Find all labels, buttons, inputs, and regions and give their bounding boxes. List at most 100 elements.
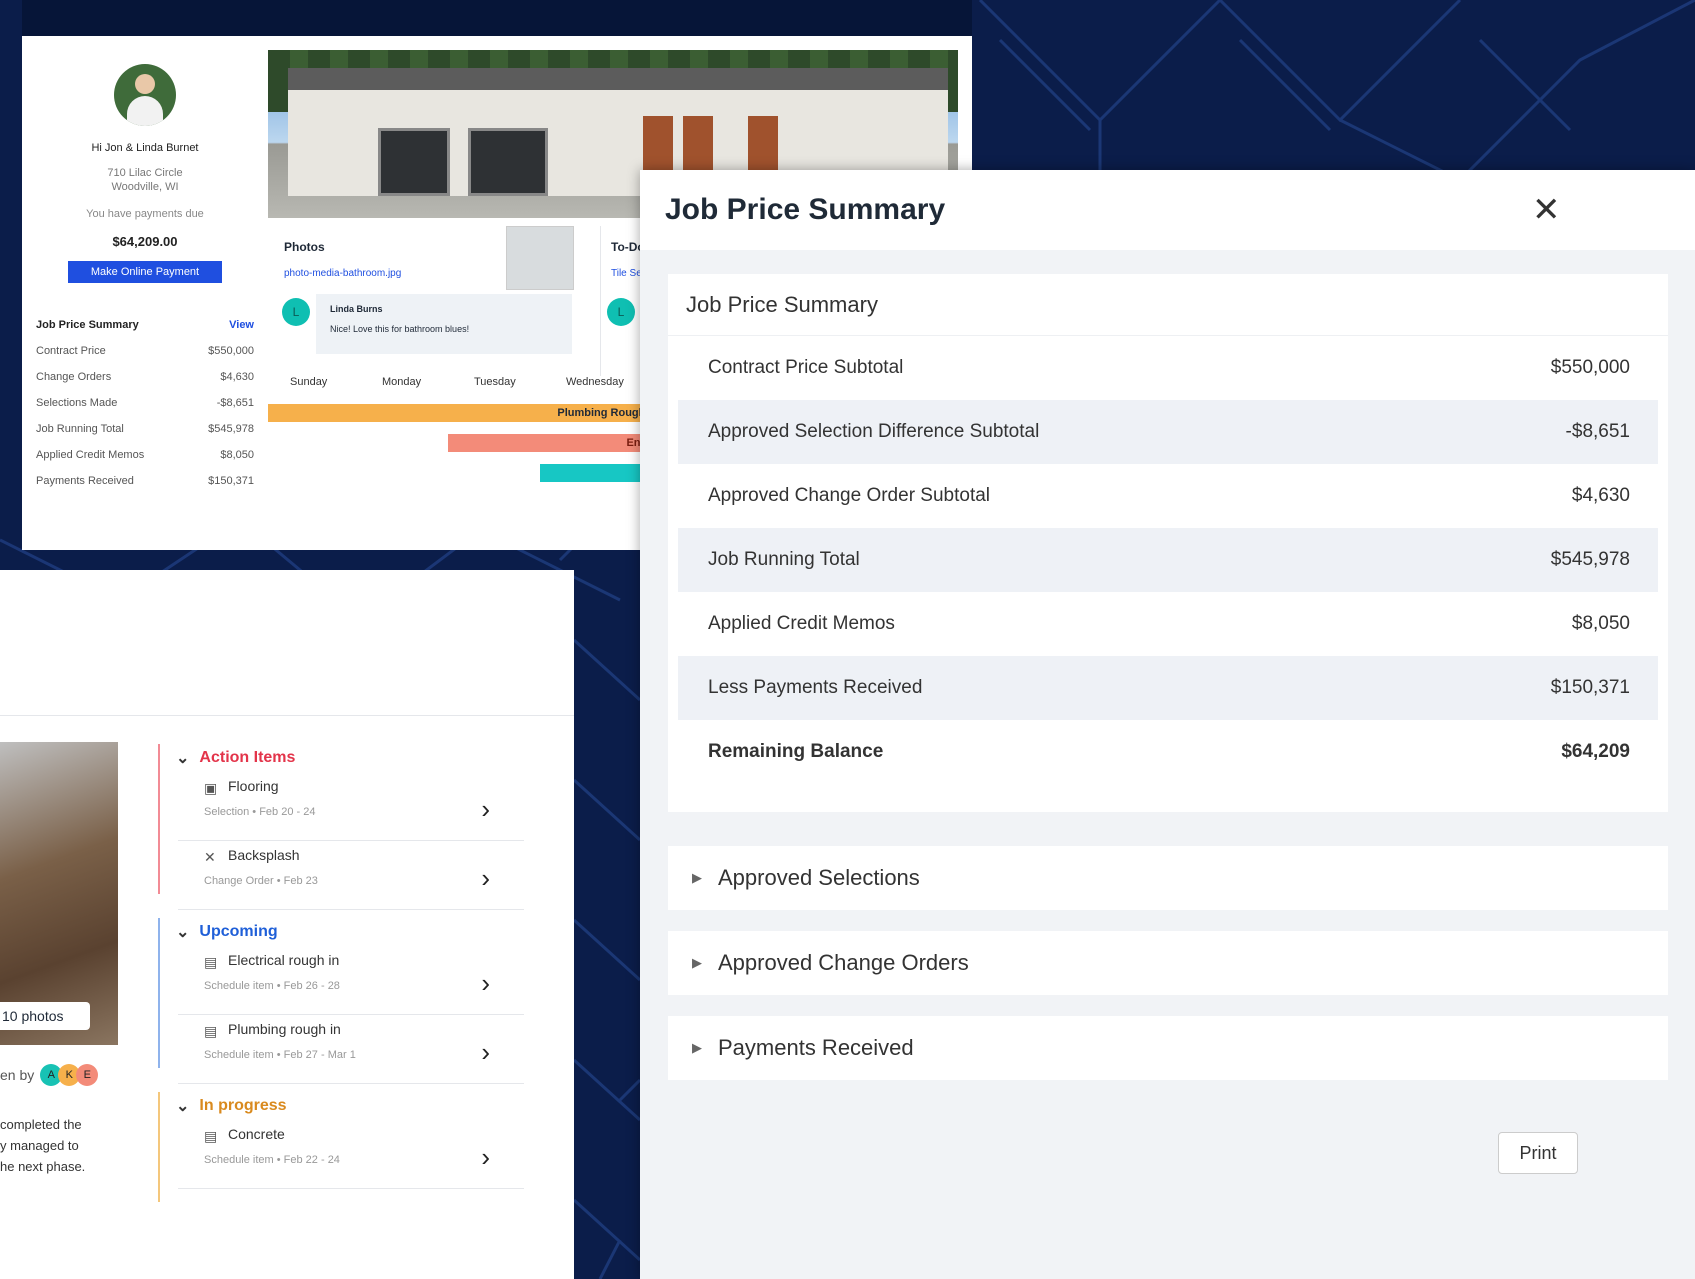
summary-row: Contract Price Subtotal $550,000	[678, 336, 1658, 400]
schedule-feed-window: 10 photos en by A K E completed the y ma…	[0, 570, 574, 1279]
accordion-approved-change-orders[interactable]: ▶ Approved Change Orders	[668, 931, 1668, 995]
chevron-right-icon[interactable]: ›	[481, 794, 490, 825]
calendar-event-plumbing[interactable]: Plumbing Rough-In 20 da	[268, 404, 698, 422]
row-label: Job Running Total	[708, 549, 860, 570]
commenter-name: Linda Burns	[330, 304, 383, 314]
address-line-1: 710 Lilac Circle	[107, 167, 183, 179]
accordion-payments-received[interactable]: ▶ Payments Received	[668, 1016, 1668, 1080]
item-name: Backsplash	[228, 847, 300, 863]
summary-row: Approved Change Order Subtotal $4,630	[678, 464, 1658, 528]
summary-row-label: Job Running Total	[36, 423, 124, 435]
group-upcoming: ⌄ Upcoming ▤ Electrical rough in Schedule i…	[158, 918, 524, 1084]
row-value: -$8,651	[1565, 421, 1630, 442]
close-icon[interactable]: ✕	[1532, 190, 1561, 230]
list-item[interactable]: ▣ Flooring Selection • Feb 20 - 24 ›	[178, 772, 524, 841]
description-line: he next phase.	[0, 1159, 86, 1174]
feed-header	[0, 570, 574, 716]
row-label: Approved Selection Difference Subtotal	[708, 421, 1040, 442]
row-label: Approved Change Order Subtotal	[708, 485, 991, 506]
expand-triangle-icon: ▶	[692, 1040, 702, 1055]
summary-view-link[interactable]: View	[229, 319, 254, 331]
group-title: Action Items	[199, 749, 296, 766]
summary-row: Selections Made -$8,651	[36, 397, 254, 409]
group-action-items: ⌄ Action Items ▣ Flooring Selection • Feb 2…	[158, 744, 524, 910]
accordion-label: Approved Change Orders	[718, 950, 969, 975]
chevron-down-icon: ⌄	[176, 1098, 190, 1115]
accordion-label: Payments Received	[718, 1035, 914, 1060]
garage-door	[378, 128, 450, 196]
row-label: Less Payments Received	[708, 677, 923, 698]
summary-row-value: $545,978	[208, 423, 254, 435]
list-item[interactable]: ▤ Plumbing rough in Schedule item • Feb 27…	[178, 1015, 524, 1084]
greeting: Hi Jon & Linda Burnet	[91, 142, 199, 154]
group-rail	[158, 1092, 160, 1202]
summary-row-value: $150,371	[208, 475, 254, 487]
print-button[interactable]: Print	[1498, 1132, 1578, 1174]
summary-row: Contract Price $550,000	[36, 345, 254, 357]
chevron-right-icon[interactable]: ›	[481, 863, 490, 894]
summary-row: Job Running Total $545,978	[678, 528, 1658, 592]
site-photo[interactable]	[0, 742, 118, 1045]
calendar-icon: ▤	[204, 1023, 218, 1039]
comment-text: Nice! Love this for bathroom blues!	[330, 324, 470, 334]
comment-bubble: Linda Burns Nice! Love this for bathroom…	[316, 294, 572, 354]
expand-triangle-icon: ▶	[692, 870, 702, 885]
summary-row-label: Applied Credit Memos	[36, 449, 145, 461]
item-name: Electrical rough in	[228, 952, 340, 968]
accordion-approved-selections[interactable]: ▶ Approved Selections	[668, 846, 1668, 910]
garage-door	[468, 128, 548, 196]
row-value: $64,209	[1561, 741, 1630, 762]
chevron-right-icon[interactable]: ›	[481, 1142, 490, 1173]
group-title: In progress	[199, 1097, 287, 1114]
summary-row-value: $4,630	[220, 371, 254, 383]
item-meta: Selection • Feb 20 - 24	[204, 806, 316, 818]
row-value: $8,050	[1571, 613, 1630, 634]
summary-title: Job Price Summary	[36, 319, 139, 331]
summary-row: Payments Received $150,371	[36, 475, 254, 487]
item-meta: Schedule item • Feb 26 - 28	[204, 980, 340, 992]
taken-by-label: en by	[0, 1067, 35, 1083]
chevron-right-icon[interactable]: ›	[481, 1037, 490, 1068]
make-online-payment-button[interactable]: Make Online Payment	[68, 261, 222, 283]
modal-header: Job Price Summary ✕	[640, 170, 1695, 250]
row-value: $545,978	[1550, 549, 1630, 570]
summary-row: Applied Credit Memos $8,050	[36, 449, 254, 461]
row-label: Contract Price Subtotal	[708, 357, 904, 378]
list-item[interactable]: ✕ Backsplash Change Order • Feb 23 ›	[178, 841, 524, 910]
accordion-label: Approved Selections	[718, 865, 920, 890]
item-name: Concrete	[228, 1126, 285, 1142]
item-meta: Change Order • Feb 23	[204, 875, 318, 887]
summary-row: Job Running Total $545,978	[36, 423, 254, 435]
summary-card: Job Price Summary Contract Price Subtota…	[668, 274, 1668, 812]
summary-row-label: Change Orders	[36, 371, 112, 383]
chevron-right-icon[interactable]: ›	[481, 968, 490, 999]
portal-top-bar	[22, 0, 972, 36]
house-roof	[288, 68, 948, 90]
list-item[interactable]: ▤ Electrical rough in Schedule item • Feb …	[178, 946, 524, 1015]
summary-header: Job Price Summary View	[36, 319, 254, 331]
photos-panel: Photos photo-media-bathroom.jpg L Linda …	[268, 226, 598, 376]
summary-row: Approved Selection Difference Subtotal -$…	[678, 400, 1658, 464]
group-header[interactable]: ⌄ Action Items	[176, 744, 524, 772]
photo-description: completed the y managed to he next phase…	[0, 1114, 85, 1177]
row-value: $550,000	[1550, 357, 1630, 378]
group-title: Upcoming	[199, 923, 278, 940]
remaining-balance-row: Remaining Balance $64,209	[678, 720, 1658, 784]
portal-sidebar: Hi Jon & Linda Burnet 710 Lilac Circle W…	[22, 36, 268, 550]
group-header[interactable]: ⌄ In progress	[176, 1092, 524, 1120]
day-label: Tuesday	[474, 376, 516, 388]
summary-row: Applied Credit Memos $8,050	[678, 592, 1658, 656]
summary-row-value: $550,000	[208, 345, 254, 357]
client-avatar	[114, 64, 176, 126]
description-line: completed the	[0, 1117, 82, 1132]
item-name: Plumbing rough in	[228, 1021, 341, 1037]
modal-title: Job Price Summary	[665, 193, 946, 226]
list-item[interactable]: ▤ Concrete Schedule item • Feb 22 - 24 ›	[178, 1120, 524, 1189]
payments-due-amount: $64,209.00	[112, 234, 178, 249]
expand-triangle-icon: ▶	[692, 955, 702, 970]
photo-thumbnail[interactable]	[506, 226, 574, 290]
summary-row-label: Contract Price	[36, 345, 106, 357]
group-rail	[158, 744, 160, 894]
group-header[interactable]: ⌄ Upcoming	[176, 918, 524, 946]
taken-by: en by A K E	[0, 1064, 99, 1086]
